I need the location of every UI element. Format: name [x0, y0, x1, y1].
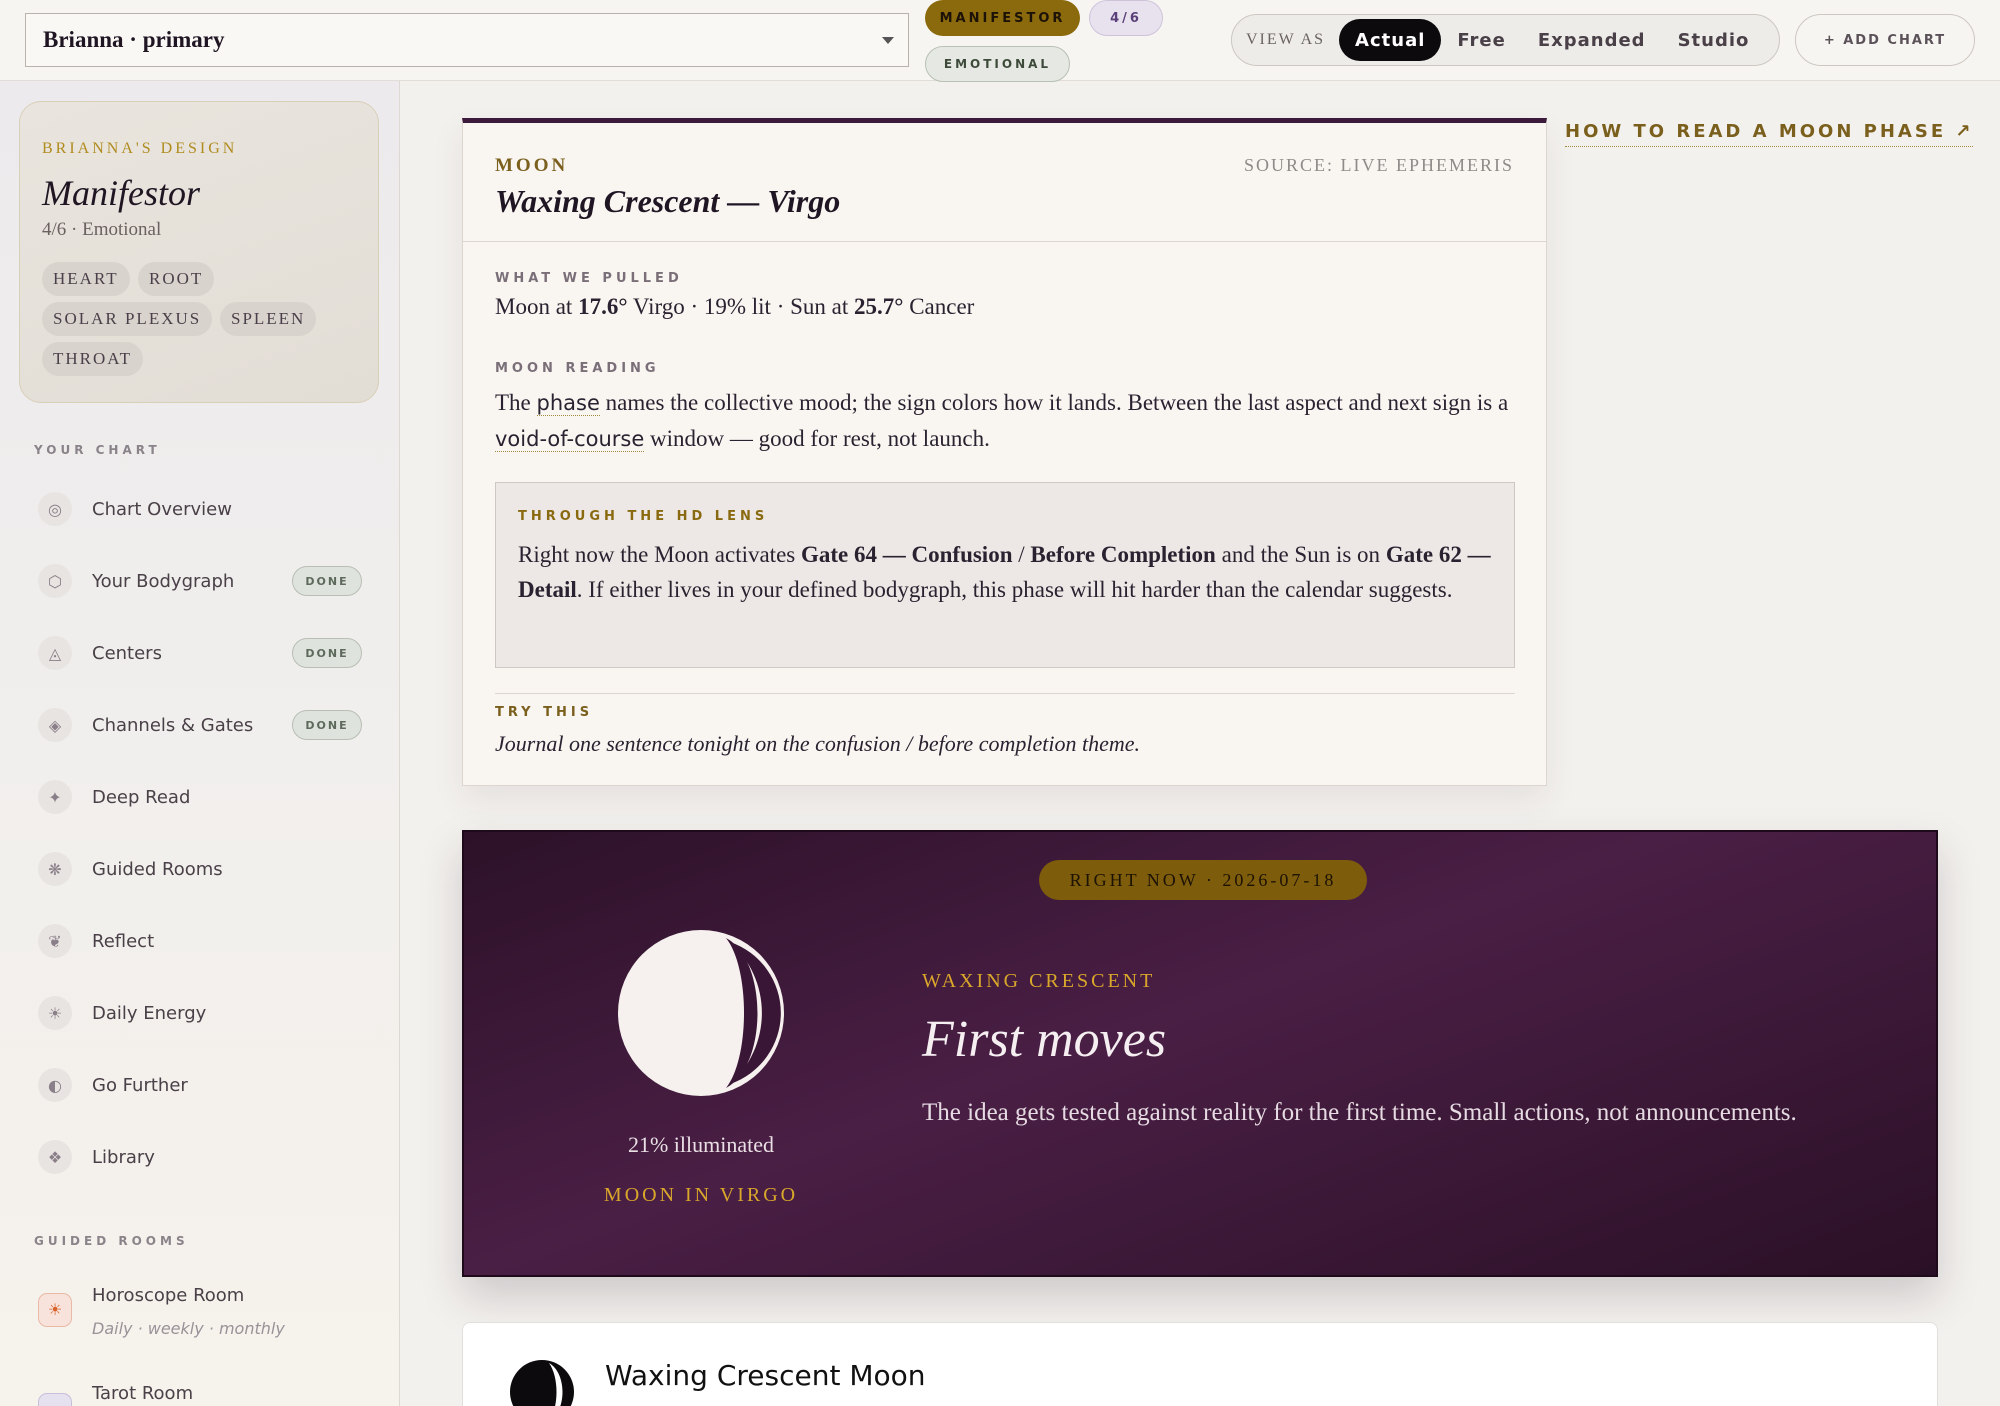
- sidebar-item-label: Go Further: [92, 1074, 188, 1096]
- sidebar-item-label: Your Bodygraph: [92, 570, 235, 592]
- try-this-label: TRY THIS: [495, 705, 594, 720]
- sidebar-item-label: Channels & Gates: [92, 714, 254, 736]
- chevron-down-icon[interactable]: [882, 37, 894, 44]
- center-tag: THROAT: [42, 342, 144, 376]
- design-sub: 4/6 · Emotional: [42, 219, 162, 240]
- sidebar-item-channels-gates[interactable]: ◈ Channels & Gates DONE: [38, 699, 362, 751]
- phase-term-link[interactable]: phase: [536, 391, 600, 416]
- sidebar-item-daily-energy[interactable]: ☀ Daily Energy: [38, 987, 362, 1039]
- phase-description: The idea gets tested against reality for…: [922, 1099, 1797, 1126]
- try-this-text: Journal one sentence tonight on the conf…: [495, 731, 1140, 756]
- center-tag: SPLEEN: [220, 302, 317, 336]
- done-badge: DONE: [292, 566, 362, 596]
- gate-64: Gate 64 — Confusion: [801, 542, 1013, 567]
- gate-64-alt: Before Completion: [1030, 542, 1216, 567]
- card-kicker: MOON: [495, 155, 569, 176]
- asterisk-icon: ❋: [38, 852, 72, 886]
- card-icon: [38, 1393, 72, 1406]
- sidebar-item-go-further[interactable]: ◐ Go Further: [38, 1059, 362, 1111]
- lens-text: Right now the Moon activates Gate 64 — C…: [518, 542, 1491, 602]
- waxing-crescent-moon-icon: [618, 930, 784, 1096]
- room-item-horoscope[interactable]: ☀ Horoscope Room Daily · weekly · monthl…: [38, 1281, 362, 1351]
- how-to-read-link[interactable]: HOW TO READ A MOON PHASE ↗: [1565, 121, 1974, 147]
- done-badge: DONE: [292, 638, 362, 668]
- phase-banner: RIGHT NOW · 2026-07-18 21% illuminated M…: [462, 830, 1938, 1277]
- view-option-studio[interactable]: Studio: [1662, 19, 1766, 61]
- add-chart-button[interactable]: + ADD CHART: [1795, 14, 1975, 66]
- center-tag: SOLAR PLEXUS: [42, 302, 213, 336]
- moon-reading-card: MOON SOURCE: LIVE EPHEMERIS Waxing Cresc…: [462, 118, 1547, 786]
- room-item-tarot[interactable]: Tarot Room: [38, 1381, 362, 1406]
- moon-sign-text: MOON IN VIRGO: [603, 1184, 799, 1206]
- room-label: Tarot Room: [92, 1383, 194, 1404]
- diamond-cross-icon: ❖: [38, 1140, 72, 1174]
- view-option-actual[interactable]: Actual: [1339, 19, 1442, 61]
- center-tag: HEART: [42, 262, 130, 296]
- top-bar: Brianna · primary MANIFESTOR 4/6 EMOTION…: [0, 0, 2000, 82]
- card-title: Waxing Crescent — Virgo: [495, 183, 841, 219]
- chart-select[interactable]: Brianna · primary: [25, 13, 909, 67]
- right-now-pill: RIGHT NOW · 2026-07-18: [1039, 860, 1367, 900]
- card-title: Waxing Crescent Moon: [605, 1359, 926, 1392]
- sidebar-item-label: Guided Rooms: [92, 858, 223, 880]
- room-sub: Daily · weekly · monthly: [92, 1319, 285, 1338]
- sidebar-item-deep-read[interactable]: ✦ Deep Read: [38, 771, 362, 823]
- your-chart-label: YOUR CHART: [34, 443, 161, 457]
- center-tag: ROOT: [138, 262, 215, 296]
- sparkle-icon: ✦: [38, 780, 72, 814]
- view-as-toggle: VIEW AS Actual Free Expanded Studio: [1231, 14, 1780, 66]
- type-pill: MANIFESTOR: [925, 0, 1080, 36]
- sidebar-item-guided-rooms[interactable]: ❋ Guided Rooms: [38, 843, 362, 895]
- half-moon-icon: ◐: [38, 1068, 72, 1102]
- divider: [495, 693, 1515, 694]
- profile-pill: 4/6: [1089, 0, 1163, 36]
- diamond-icon: ◈: [38, 708, 72, 742]
- hd-lens-box: THROUGH THE HD LENS Right now the Moon a…: [495, 482, 1515, 668]
- sidebar-item-label: Centers: [92, 642, 162, 664]
- sidebar-item-chart-overview[interactable]: ◎ Chart Overview: [38, 483, 362, 535]
- sidebar-item-centers[interactable]: ◬ Centers DONE: [38, 627, 362, 679]
- guided-rooms-label: GUIDED ROOMS: [34, 1234, 189, 1248]
- sidebar-item-label: Reflect: [92, 930, 155, 952]
- view-option-free[interactable]: Free: [1441, 19, 1521, 61]
- pulled-label: WHAT WE PULLED: [495, 271, 683, 286]
- sun-icon: ☀: [38, 1293, 72, 1327]
- sidebar-item-label: Chart Overview: [92, 498, 232, 520]
- lens-label: THROUGH THE HD LENS: [518, 509, 769, 524]
- sun-degree: 25.7°: [854, 294, 904, 319]
- moon-icon: [509, 1359, 575, 1406]
- phase-title: First moves: [922, 1011, 1167, 1068]
- pulled-text: Moon at 17.6° Virgo · 19% lit · Sun at 2…: [495, 294, 975, 319]
- view-option-expanded[interactable]: Expanded: [1522, 19, 1662, 61]
- chart-select-value: Brianna · primary: [43, 27, 225, 52]
- source-label: SOURCE: LIVE EPHEMERIS: [1243, 155, 1514, 175]
- sidebar: BRIANNA'S DESIGN Manifestor 4/6 · Emotio…: [0, 81, 400, 1406]
- phase-name: WAXING CRESCENT: [922, 970, 1156, 992]
- sidebar-item-label: Daily Energy: [92, 1002, 207, 1024]
- triangle-icon: ◬: [38, 636, 72, 670]
- design-card[interactable]: BRIANNA'S DESIGN Manifestor 4/6 · Emotio…: [19, 101, 379, 403]
- sidebar-item-label: Library: [92, 1146, 155, 1168]
- sidebar-item-your-bodygraph[interactable]: ⬡ Your Bodygraph DONE: [38, 555, 362, 607]
- sidebar-item-reflect[interactable]: ❦ Reflect: [38, 915, 362, 967]
- design-eyebrow: BRIANNA'S DESIGN: [42, 140, 238, 157]
- moon-degree: 17.6°: [578, 294, 628, 319]
- sun-icon: ☀: [38, 996, 72, 1030]
- heart-icon: ❦: [38, 924, 72, 958]
- illumination-text: 21% illuminated: [627, 1132, 775, 1157]
- done-badge: DONE: [292, 710, 362, 740]
- sidebar-item-library[interactable]: ❖ Library: [38, 1131, 362, 1183]
- hexagon-icon: ⬡: [38, 564, 72, 598]
- reading-text: The phase names the collective mood; the…: [495, 390, 1509, 452]
- authority-pill: EMOTIONAL: [925, 46, 1070, 82]
- moon-detail-card[interactable]: Waxing Crescent Moon: [462, 1322, 1938, 1406]
- target-icon: ◎: [38, 492, 72, 526]
- sidebar-item-label: Deep Read: [92, 786, 191, 808]
- divider: [463, 241, 1546, 242]
- view-as-label: VIEW AS: [1246, 31, 1326, 48]
- room-label: Horoscope Room: [92, 1285, 245, 1306]
- reading-label: MOON READING: [495, 361, 660, 376]
- void-of-course-term-link[interactable]: void-of-course: [495, 427, 645, 452]
- design-type: Manifestor: [42, 173, 200, 213]
